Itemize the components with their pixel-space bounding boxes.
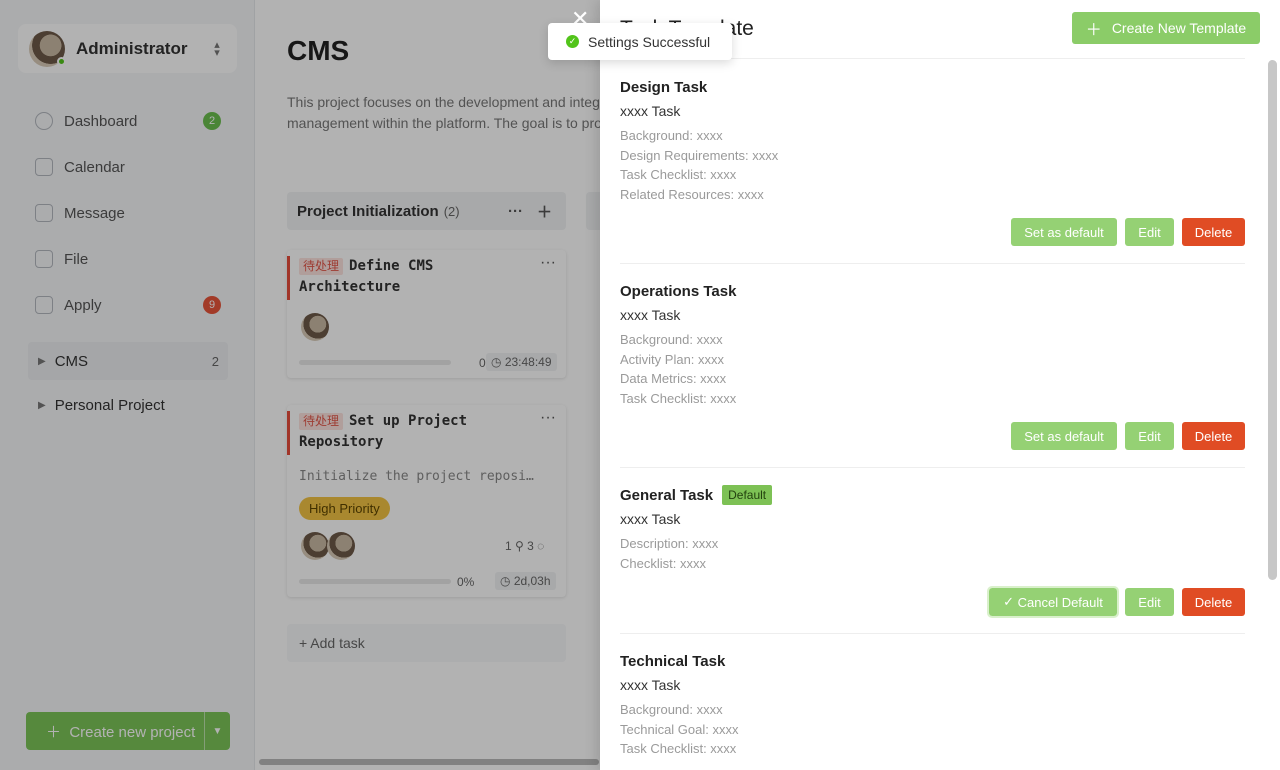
plus-icon: ＋ [1085, 22, 1102, 39]
template-detail-line: Task Checklist: xxxx [620, 741, 737, 756]
edit-button[interactable]: Edit [1125, 218, 1174, 246]
divider [620, 467, 1245, 468]
divider [620, 263, 1245, 264]
check-icon: ✓ [1003, 594, 1018, 609]
template-detail-line: Design Requirements: xxxx [620, 147, 779, 163]
template-detail-line: Activity Plan: xxxx [620, 351, 725, 367]
cancel-default-button[interactable]: ✓ Cancel Default [987, 586, 1119, 618]
task-template-drawer: Task Template ＋ Create New Template Desi… [600, 0, 1280, 770]
template-item: Operations Task xxxx Task Background: xx… [620, 280, 1245, 460]
create-template-label: Create New Template [1111, 20, 1247, 36]
template-name: Operations Task [620, 282, 737, 300]
template-item: Technical Task xxxx Task Background: xxx… [620, 650, 1245, 770]
divider [620, 633, 1245, 634]
template-detail-line: Background: xxxx [620, 702, 723, 717]
template-detail-line: Background: xxxx [620, 332, 723, 347]
template-details: Background: xxxx Technical Goal: xxxx Ta… [620, 700, 1245, 759]
template-detail-line: Checklist: xxxx [620, 555, 706, 571]
template-detail-line: Data Metrics: xxxx [620, 371, 727, 386]
edit-button[interactable]: Edit [1125, 422, 1174, 450]
template-detail-line: Task Checklist: xxxx [620, 167, 737, 182]
template-subtitle: xxxx Task [620, 103, 681, 119]
template-name: Design Task [620, 78, 708, 96]
template-subtitle: xxxx Task [620, 677, 681, 693]
template-subtitle: xxxx Task [620, 307, 681, 323]
template-detail-line: Technical Goal: xxxx [620, 721, 739, 737]
set-default-button[interactable]: Set as default [1011, 422, 1117, 450]
template-name-row: General Task Default [620, 484, 1245, 506]
template-detail-line: Description: xxxx [620, 536, 719, 551]
template-detail-line: Related Resources: xxxx [620, 186, 764, 202]
delete-button[interactable]: Delete [1182, 422, 1245, 450]
toast-message: Settings Successful [588, 33, 711, 50]
success-toast: ✓ Settings Successful [548, 23, 732, 60]
default-badge: Default [722, 485, 773, 505]
template-actions: Set as default Edit Delete [1003, 422, 1245, 450]
template-details: Background: xxxx Activity Plan: xxxx Dat… [620, 330, 1245, 408]
check-circle-icon: ✓ [566, 35, 579, 48]
template-detail-line: Task Checklist: xxxx [620, 390, 737, 406]
vertical-scrollbar[interactable] [1268, 60, 1277, 580]
template-name: Technical Task [620, 652, 726, 670]
create-template-button[interactable]: ＋ Create New Template [1072, 12, 1260, 44]
delete-button[interactable]: Delete [1182, 588, 1245, 616]
template-details: Background: xxxx Design Requirements: xx… [620, 126, 1245, 204]
template-item: Design Task xxxx Task Background: xxxx D… [620, 76, 1245, 256]
set-default-button[interactable]: Set as default [1011, 218, 1117, 246]
template-name: General Task [620, 486, 714, 504]
template-actions: Set as default Edit Delete [1003, 218, 1245, 246]
template-detail-line: Background: xxxx [620, 128, 723, 143]
edit-button[interactable]: Edit [1125, 588, 1174, 616]
template-actions: ✓ Cancel Default Edit Delete [981, 586, 1245, 618]
template-subtitle: xxxx Task [620, 511, 681, 527]
delete-button[interactable]: Delete [1182, 218, 1245, 246]
template-item: General Task Default xxxx Task Descripti… [620, 484, 1245, 624]
template-details: Description: xxxx Checklist: xxxx [620, 534, 1245, 573]
